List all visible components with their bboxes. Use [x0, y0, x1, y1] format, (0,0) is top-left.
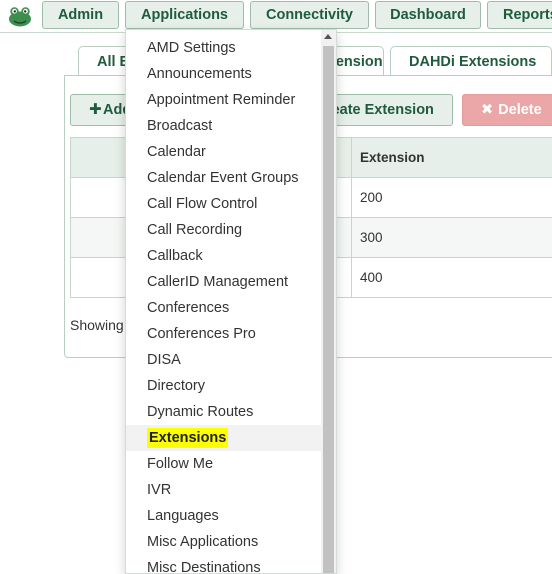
menu-item[interactable]: Directory: [126, 373, 322, 399]
table-cell-extension: 300: [352, 218, 552, 258]
menu-item-label: Announcements: [147, 66, 252, 82]
delete-button[interactable]: ✖ Delete: [462, 94, 552, 126]
tab-user-extensions[interactable]: User Extensions: [330, 46, 384, 76]
menu-item[interactable]: Call Recording: [126, 217, 322, 243]
menu-item[interactable]: Misc Destinations: [126, 555, 322, 574]
menu-item-label: Calendar: [147, 144, 206, 160]
menu-item[interactable]: Calendar: [126, 139, 322, 165]
menu-item[interactable]: AMD Settings: [126, 35, 322, 61]
menu-item-label: Appointment Reminder: [147, 92, 295, 108]
menu-item-label: Call Recording: [147, 222, 242, 238]
menu-item[interactable]: Misc Applications: [126, 529, 322, 555]
menu-item-label: Call Flow Control: [147, 196, 257, 212]
menu-item[interactable]: Appointment Reminder: [126, 87, 322, 113]
menu-item-label: IVR: [147, 482, 171, 498]
menu-item-label: Languages: [147, 508, 219, 524]
menu-item[interactable]: Extensions: [126, 425, 322, 451]
menu-item[interactable]: Follow Me: [126, 451, 322, 477]
menu-item[interactable]: IVR: [126, 477, 322, 503]
pagination-info: Showing: [70, 317, 124, 333]
menu-item[interactable]: Callback: [126, 243, 322, 269]
delete-x-icon: ✖: [481, 102, 493, 118]
menu-item[interactable]: Conferences Pro: [126, 321, 322, 347]
table-cell-extension: 200: [352, 178, 552, 218]
menu-item[interactable]: Languages: [126, 503, 322, 529]
menu-item-label: Conferences: [147, 300, 229, 316]
plus-icon: ✚: [89, 95, 102, 125]
nav-applications-button[interactable]: Applications: [125, 1, 244, 29]
menu-item-label: Directory: [147, 378, 205, 394]
menu-item-label: Misc Applications: [147, 534, 258, 550]
menu-item[interactable]: Broadcast: [126, 113, 322, 139]
menu-item-label: Conferences Pro: [147, 326, 256, 342]
menu-item[interactable]: DISA: [126, 347, 322, 373]
dropdown-scrollbar[interactable]: [321, 30, 336, 573]
menu-item[interactable]: Call Flow Control: [126, 191, 322, 217]
delete-label: Delete: [498, 102, 542, 118]
tab-dahdi-extensions[interactable]: DAHDi Extensions: [390, 46, 552, 76]
menu-item[interactable]: Dynamic Routes: [126, 399, 322, 425]
dropdown-list: AMD Settings Announcements Appointment Rem…: [126, 35, 322, 574]
frog-logo-icon[interactable]: [6, 4, 34, 28]
nav-admin-button[interactable]: Admin: [42, 1, 119, 29]
menu-item-label: Broadcast: [147, 118, 212, 134]
table-header-extension[interactable]: Extension: [352, 138, 552, 178]
nav-dashboard-button[interactable]: Dashboard: [375, 1, 481, 29]
nav-connectivity-button[interactable]: Connectivity: [250, 1, 369, 29]
menu-item-label: Follow Me: [147, 456, 213, 472]
scrollbar-thumb[interactable]: [323, 46, 334, 574]
menu-item-label: AMD Settings: [147, 40, 236, 56]
menu-item[interactable]: Calendar Event Groups: [126, 165, 322, 191]
menu-item-label: Extensions: [147, 428, 228, 448]
nav-reports-button[interactable]: Reports: [487, 1, 552, 29]
applications-dropdown-menu: AMD Settings Announcements Appointment Rem…: [125, 29, 337, 574]
menu-item-label: DISA: [147, 352, 181, 368]
table-cell-extension: 400: [352, 258, 552, 298]
menu-item-label: Calendar Event Groups: [147, 170, 299, 186]
menu-item[interactable]: Announcements: [126, 61, 322, 87]
menu-item-label: Callback: [147, 248, 203, 264]
scroll-up-arrow-icon[interactable]: [324, 34, 332, 39]
menu-item-label: Dynamic Routes: [147, 404, 253, 420]
menu-item[interactable]: CallerID Management: [126, 269, 322, 295]
menu-item-label: Misc Destinations: [147, 560, 261, 574]
menu-item[interactable]: Conferences: [126, 295, 322, 321]
menu-item-label: CallerID Management: [147, 274, 288, 290]
